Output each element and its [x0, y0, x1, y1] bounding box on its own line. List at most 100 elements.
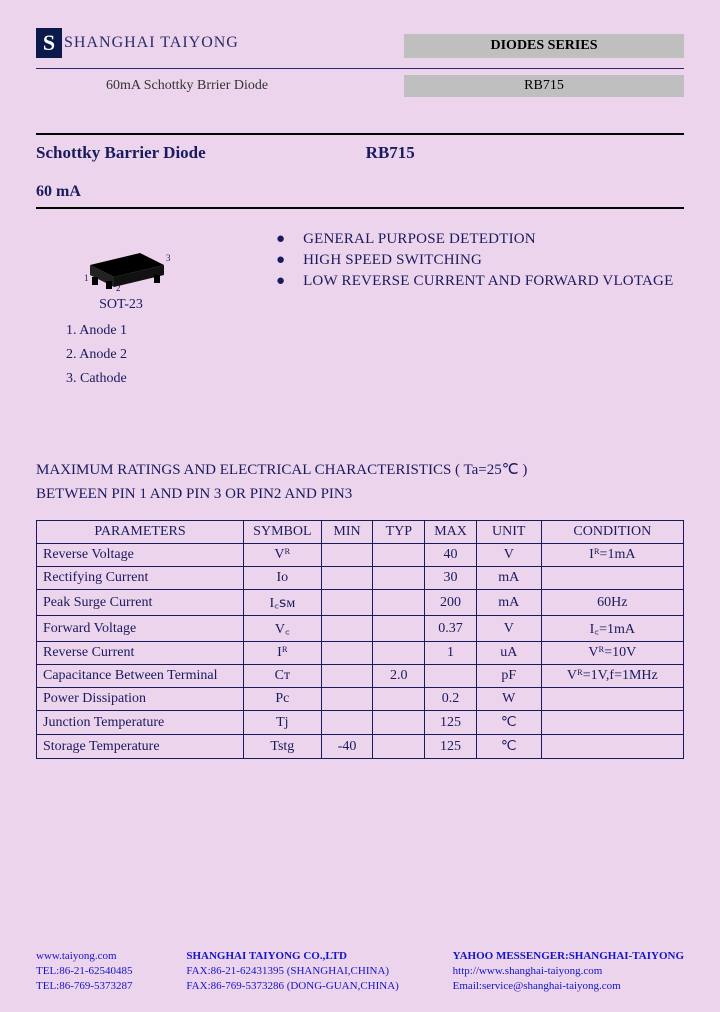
cell-typ [373, 642, 425, 665]
cell-cond: Iᴿ=1mA [541, 544, 683, 567]
bullet-icon: ● [276, 231, 285, 248]
cell-cond: Vᴿ=1V,f=1MHz [541, 665, 683, 688]
cell-unit: V [476, 544, 541, 567]
table-row: Storage TemperatureTstg-40125℃ [37, 735, 684, 759]
cell-max: 1 [425, 642, 477, 665]
cell-typ [373, 544, 425, 567]
cell-cond: Vᴿ=10V [541, 642, 683, 665]
footer-line: http://www.shanghai-taiyong.com [453, 964, 684, 979]
section-rule-bottom [36, 207, 684, 209]
table-row: Junction TemperatureTj125℃ [37, 711, 684, 735]
footer-title: YAHOO MESSENGER:SHANGHAI-TAIYONG [453, 949, 684, 964]
sub-desc: 60mA Schottky Brrier Diode [106, 78, 268, 94]
cell-max: 125 [425, 735, 477, 759]
cell-typ [373, 567, 425, 590]
pin-list: 1. Anode 1 2. Anode 2 3. Cathode [66, 319, 206, 390]
cell-cond [541, 735, 683, 759]
cell-param: Junction Temperature [37, 711, 244, 735]
cell-symbol: Vᴿ [244, 544, 322, 567]
pin-item: 3. Cathode [66, 367, 206, 391]
footer-col-1: www.taiyong.com TEL:86-21-62540485 TEL:8… [36, 949, 133, 994]
cell-param: Rectifying Current [37, 567, 244, 590]
cell-max [425, 665, 477, 688]
footer-col-2: SHANGHAI TAIYONG CO.,LTD FAX:86-21-62431… [186, 949, 398, 994]
cell-typ [373, 616, 425, 642]
cell-param: Power Dissipation [37, 688, 244, 711]
feature-text: LOW REVERSE CURRENT AND FORWARD VLOTAGE [303, 273, 673, 290]
cell-symbol: Io [244, 567, 322, 590]
table-row: Capacitance Between TerminalCᴛ2.0pFVᴿ=1V… [37, 665, 684, 688]
cell-typ [373, 688, 425, 711]
feature-row: 1 2 3 SOT-23 1. Anode 1 2. Anode 2 3. Ca… [36, 231, 684, 390]
sub-header-row: 60mA Schottky Brrier Diode RB715 [36, 75, 684, 97]
footer-title: SHANGHAI TAIYONG CO.,LTD [186, 949, 398, 964]
cell-cond [541, 711, 683, 735]
ratings-title: MAXIMUM RATINGS AND ELECTRICAL CHARACTER… [36, 458, 684, 482]
cell-min [321, 688, 373, 711]
cell-typ [373, 590, 425, 616]
footer-line: Email:service@shanghai-taiyong.com [453, 979, 684, 994]
table-row: Peak Surge CurrentI꜀ꜱᴍ200mA60Hz [37, 590, 684, 616]
cell-symbol: Cᴛ [244, 665, 322, 688]
logo-icon: S [36, 28, 62, 58]
cell-min: -40 [321, 735, 373, 759]
th-typ: TYP [373, 521, 425, 544]
feature-text: GENERAL PURPOSE DETEDTION [303, 231, 536, 248]
cell-unit: V [476, 616, 541, 642]
cell-typ [373, 711, 425, 735]
cell-unit: ℃ [476, 735, 541, 759]
feature-item: ● LOW REVERSE CURRENT AND FORWARD VLOTAG… [276, 273, 684, 290]
cell-unit: mA [476, 590, 541, 616]
product-part: RB715 [366, 143, 415, 163]
ratings-subtitle: BETWEEN PIN 1 AND PIN 3 OR PIN2 AND PIN3 [36, 482, 684, 506]
cell-symbol: V꜀ [244, 616, 322, 642]
cell-max: 0.2 [425, 688, 477, 711]
footer-line: FAX:86-769-5373286 (DONG-GUAN,CHINA) [186, 979, 398, 994]
cell-cond: 60Hz [541, 590, 683, 616]
cell-unit: pF [476, 665, 541, 688]
cell-max: 30 [425, 567, 477, 590]
cell-max: 200 [425, 590, 477, 616]
feature-item: ● GENERAL PURPOSE DETEDTION [276, 231, 684, 248]
footer-line: FAX:86-21-62431395 (SHANGHAI,CHINA) [186, 964, 398, 979]
cell-min [321, 642, 373, 665]
part-box: RB715 [404, 75, 684, 97]
cell-param: Reverse Voltage [37, 544, 244, 567]
cell-min [321, 665, 373, 688]
svg-text:3: 3 [166, 253, 171, 263]
cell-param: Forward Voltage [37, 616, 244, 642]
footer-line: TEL:86-21-62540485 [36, 964, 133, 979]
th-min: MIN [321, 521, 373, 544]
cell-unit: ℃ [476, 711, 541, 735]
cell-symbol: Tstg [244, 735, 322, 759]
footer-line: www.taiyong.com [36, 949, 133, 964]
cell-cond [541, 567, 683, 590]
footer: www.taiyong.com TEL:86-21-62540485 TEL:8… [36, 949, 684, 994]
section-rule-top [36, 133, 684, 135]
footer-line: TEL:86-769-5373287 [36, 979, 133, 994]
cell-min [321, 567, 373, 590]
ratings-heading: MAXIMUM RATINGS AND ELECTRICAL CHARACTER… [36, 458, 684, 506]
cell-min [321, 616, 373, 642]
product-name: Schottky Barrier Diode [36, 143, 206, 163]
title-line: Schottky Barrier Diode RB715 [36, 143, 684, 163]
table-row: Reverse CurrentIᴿ1uAVᴿ=10V [37, 642, 684, 665]
table-row: Rectifying CurrentIo 30mA [37, 567, 684, 590]
cell-min [321, 544, 373, 567]
logo-block: S SHANGHAI TAIYONG [36, 28, 239, 58]
table-row: Reverse VoltageVᴿ40VIᴿ=1mA [37, 544, 684, 567]
bullet-icon: ● [276, 273, 285, 290]
cell-unit: mA [476, 567, 541, 590]
th-max: MAX [425, 521, 477, 544]
pin-item: 2. Anode 2 [66, 343, 206, 367]
cell-typ: 2.0 [373, 665, 425, 688]
th-unit: UNIT [476, 521, 541, 544]
features-list: ● GENERAL PURPOSE DETEDTION ● HIGH SPEED… [276, 231, 684, 390]
table-row: Forward VoltageV꜀0.37VI꜀=1mA [37, 616, 684, 642]
feature-text: HIGH SPEED SWITCHING [303, 252, 482, 269]
feature-item: ● HIGH SPEED SWITCHING [276, 252, 684, 269]
cell-min [321, 711, 373, 735]
header-rule [36, 68, 684, 69]
company-name: SHANGHAI TAIYONG [64, 34, 239, 52]
footer-col-3: YAHOO MESSENGER:SHANGHAI-TAIYONG http://… [453, 949, 684, 994]
